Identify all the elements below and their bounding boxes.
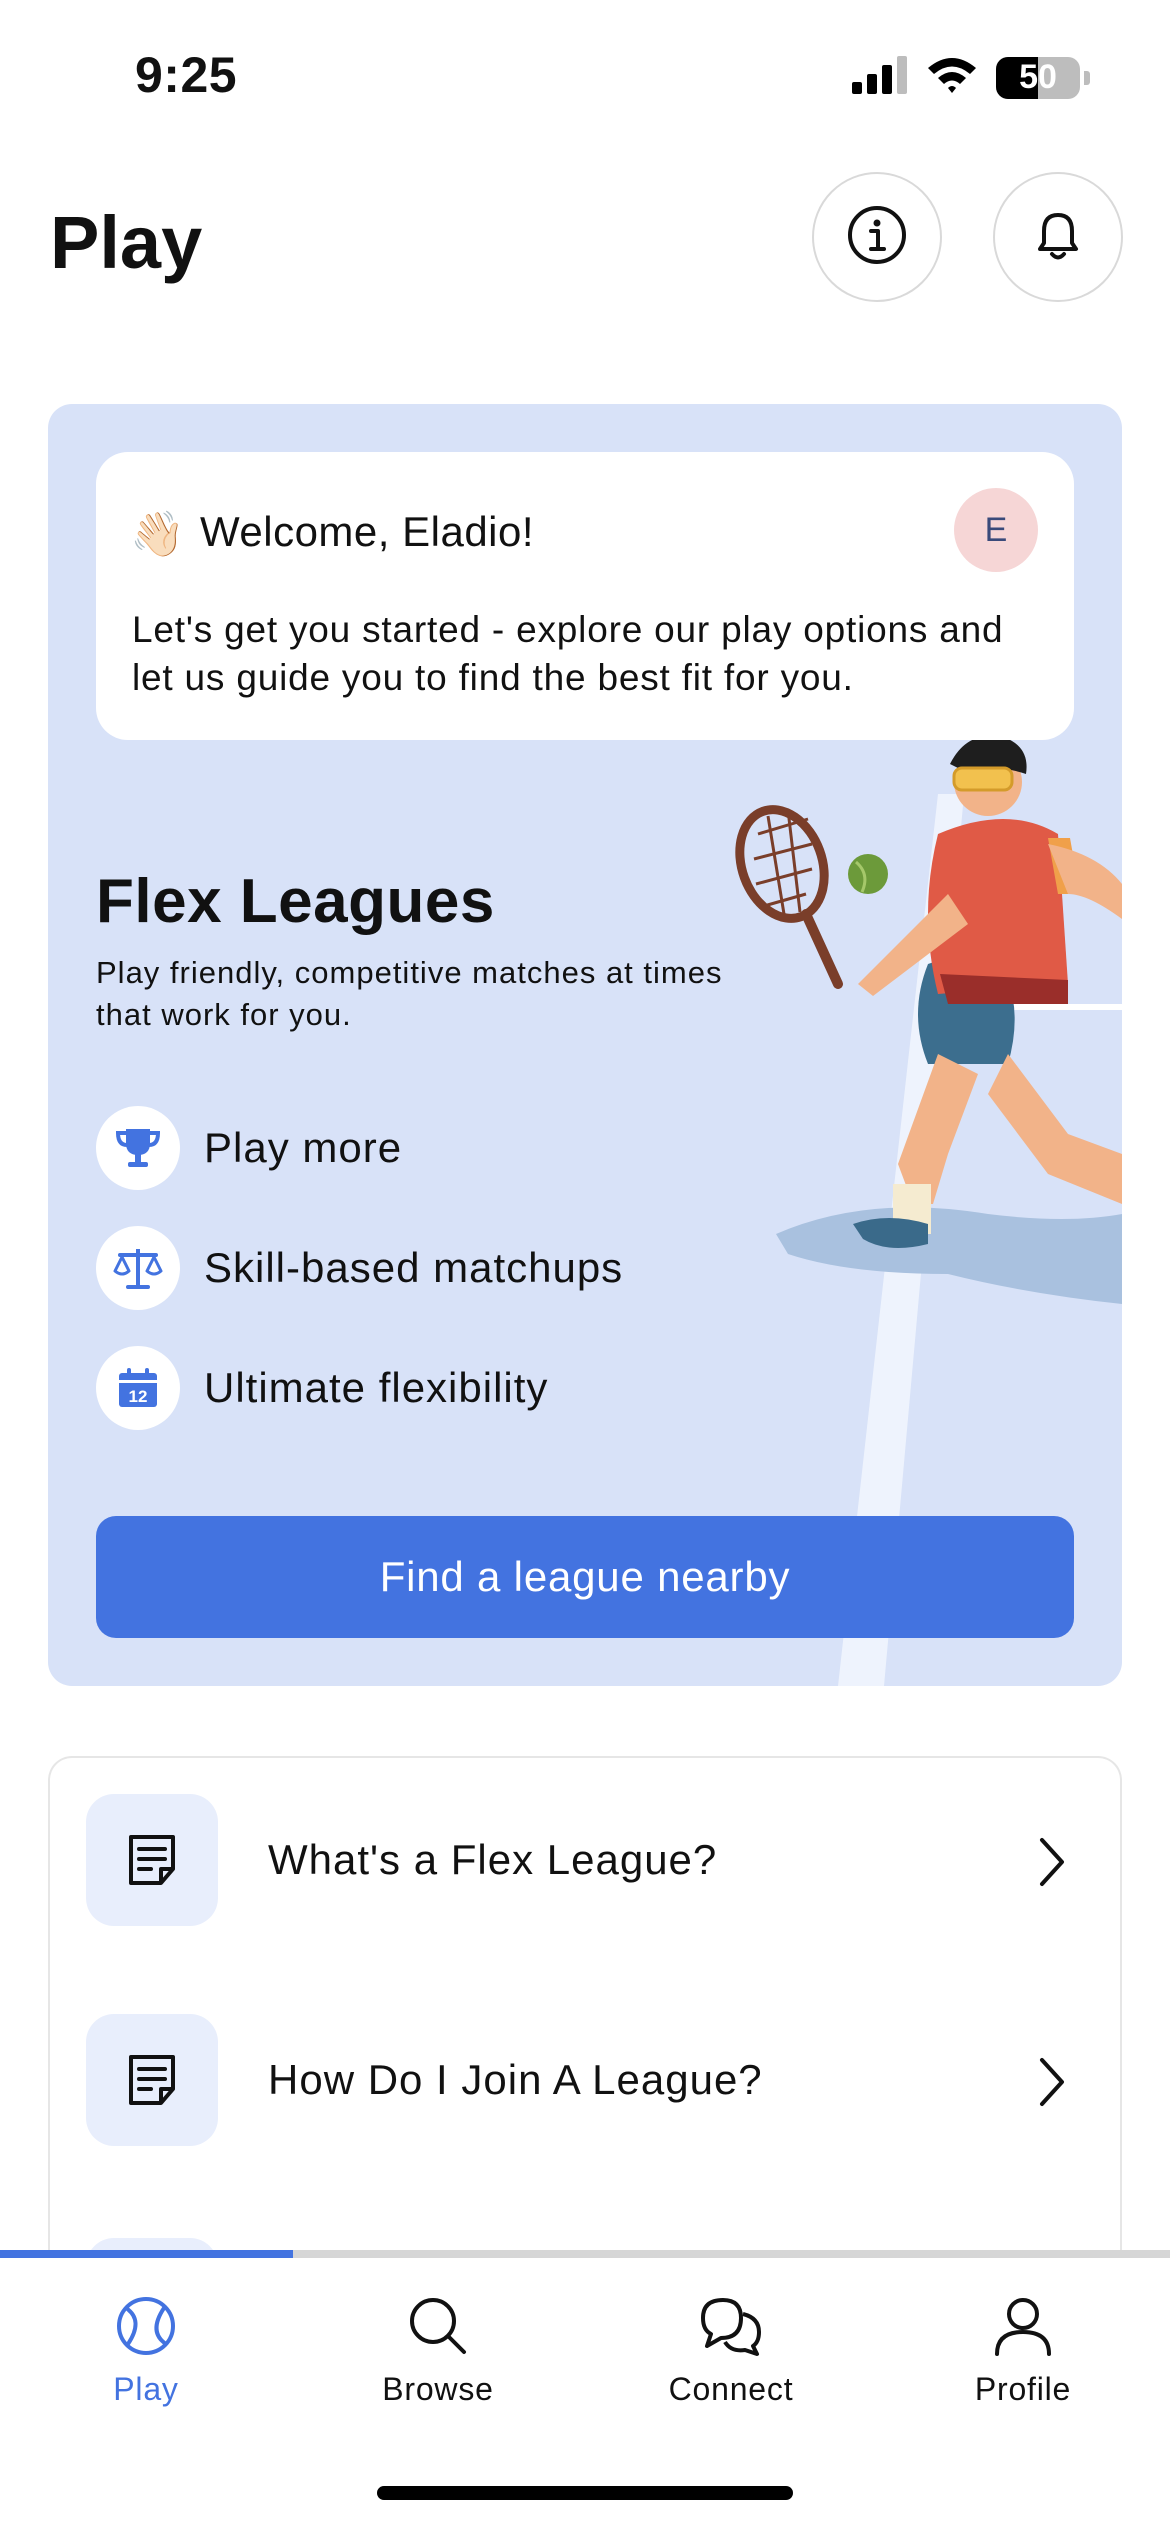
faq-item-how-to-join[interactable]: How Do I Join A League? xyxy=(50,2014,1120,2150)
feature-flexibility: 12 Ultimate flexibility xyxy=(96,1346,548,1430)
feature-label: Skill-based matchups xyxy=(204,1244,624,1291)
signal-icon xyxy=(852,56,908,99)
home-indicator xyxy=(377,2486,793,2500)
tennis-ball-icon xyxy=(114,2294,178,2363)
avatar[interactable]: E xyxy=(954,488,1038,572)
faq-list: What's a Flex League? How Do I Join A Le… xyxy=(48,1756,1122,2276)
welcome-card: 👋🏻 Welcome, Eladio! E Let's get you star… xyxy=(96,452,1074,740)
notifications-button[interactable] xyxy=(993,172,1123,302)
tab-profile[interactable]: Profile xyxy=(877,2294,1169,2408)
tab-label: Play xyxy=(113,2371,179,2407)
battery-nub xyxy=(1084,70,1090,85)
scales-icon xyxy=(96,1226,180,1310)
chat-bubbles-icon xyxy=(697,2294,765,2363)
battery-icon: 50 xyxy=(996,56,1080,99)
faq-label: How Do I Join A League? xyxy=(268,2056,763,2103)
chevron-right-icon xyxy=(1034,1834,1070,1895)
scroll-progress-bar xyxy=(0,2250,1170,2258)
status-bar: 9:25 50 xyxy=(0,0,1170,150)
tab-browse[interactable]: Browse xyxy=(292,2294,584,2408)
faq-item-what-is-flex-league[interactable]: What's a Flex League? xyxy=(50,1794,1120,1930)
info-button[interactable] xyxy=(812,172,942,302)
feature-play-more: Play more xyxy=(96,1106,402,1190)
calendar-day: 12 xyxy=(129,1387,148,1406)
tab-play[interactable]: Play xyxy=(0,2294,292,2408)
welcome-title: Welcome, Eladio! xyxy=(200,508,535,555)
search-icon xyxy=(406,2294,470,2363)
tab-label: Connect xyxy=(668,2371,794,2407)
feature-skill-based: Skill-based matchups xyxy=(96,1226,623,1310)
status-time: 9:25 xyxy=(135,47,238,103)
feature-label: Play more xyxy=(204,1124,403,1171)
feature-label: Ultimate flexibility xyxy=(204,1364,549,1411)
calendar-icon: 12 xyxy=(96,1346,180,1430)
find-league-button[interactable]: Find a league nearby xyxy=(96,1516,1074,1638)
flex-leagues-card: 👋🏻 Welcome, Eladio! E Let's get you star… xyxy=(48,404,1122,1686)
waving-hand-icon: 👋🏻 xyxy=(130,510,185,559)
tab-label: Browse xyxy=(382,2371,494,2407)
tab-label: Profile xyxy=(974,2371,1072,2407)
bell-icon xyxy=(1026,203,1090,272)
page-title: Play xyxy=(50,201,203,284)
battery-label: 50 xyxy=(1019,58,1057,96)
info-icon xyxy=(845,203,909,272)
document-icon xyxy=(86,1794,218,1926)
wifi-icon xyxy=(926,56,978,99)
tab-connect[interactable]: Connect xyxy=(585,2294,877,2408)
trophy-icon xyxy=(96,1106,180,1190)
person-icon xyxy=(991,2294,1055,2363)
scroll-progress-fill xyxy=(0,2250,293,2258)
faq-label: What's a Flex League? xyxy=(268,1836,718,1883)
document-icon xyxy=(86,2014,218,2146)
section-subtitle: Play friendly, competitive matches at ti… xyxy=(96,955,723,1032)
chevron-right-icon xyxy=(1034,2054,1070,2115)
status-icons: 50 xyxy=(852,56,1090,99)
welcome-message: Let's get you started - explore our play… xyxy=(132,609,1004,698)
section-title: Flex Leagues xyxy=(96,867,495,936)
